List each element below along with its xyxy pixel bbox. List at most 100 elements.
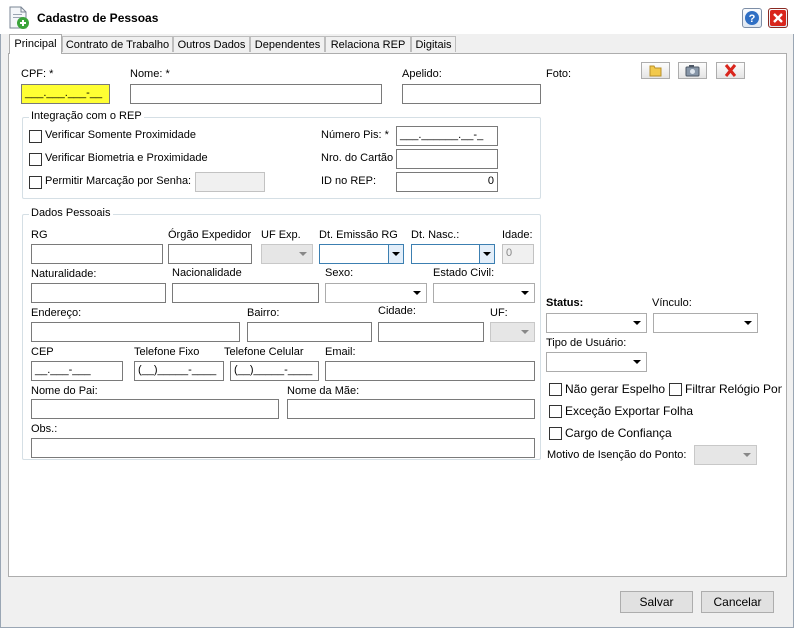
idade-field: 0: [502, 244, 534, 264]
open-photo-button[interactable]: [641, 62, 670, 79]
email-label: Email:: [325, 346, 356, 358]
chevron-down-icon: [633, 360, 641, 364]
check-proximidade[interactable]: [29, 130, 42, 143]
tab-dependentes[interactable]: Dependentes: [250, 36, 325, 52]
chevron-down-icon: [633, 321, 641, 325]
orgao-field[interactable]: [168, 244, 252, 264]
idrep-label: ID no REP:: [321, 175, 377, 187]
naturalidade-field[interactable]: [31, 283, 166, 303]
sexo-select[interactable]: [325, 283, 427, 303]
cartao-field[interactable]: [396, 149, 498, 169]
vinculo-select[interactable]: [653, 313, 758, 333]
calendar-dropdown-button[interactable]: [479, 245, 494, 263]
check-excecao-exportar[interactable]: [549, 405, 562, 418]
help-icon: ?: [745, 11, 759, 25]
delete-icon: [724, 64, 737, 77]
folder-icon: [649, 65, 662, 77]
uf-exp-select[interactable]: [261, 244, 313, 264]
tel-fixo-field[interactable]: (__)_____-____: [134, 361, 224, 381]
window-title: Cadastro de Pessoas: [37, 11, 159, 25]
check-biometria-label: Verificar Biometria e Proximidade: [45, 152, 208, 164]
idade-label: Idade:: [502, 229, 533, 241]
dt-nasc-picker[interactable]: [411, 244, 495, 264]
tab-principal[interactable]: Principal: [9, 34, 62, 54]
chevron-down-icon: [483, 252, 491, 256]
bairro-field[interactable]: [247, 322, 372, 342]
apelido-label: Apelido:: [402, 68, 442, 80]
chevron-down-icon: [413, 291, 421, 295]
vinculo-label: Vínculo:: [652, 297, 692, 309]
mae-label: Nome da Mãe:: [287, 385, 360, 397]
cancel-button[interactable]: Cancelar: [701, 591, 774, 613]
uf-label: UF:: [490, 307, 508, 319]
close-icon: [770, 10, 786, 26]
camera-icon: [685, 65, 700, 77]
nome-field[interactable]: [130, 84, 382, 104]
delete-photo-button[interactable]: [716, 62, 745, 79]
check-biometria[interactable]: [29, 153, 42, 166]
senha-field: [195, 172, 265, 192]
motivo-isencao-select[interactable]: [694, 445, 757, 465]
tipo-usuario-select[interactable]: [546, 352, 647, 372]
cep-field[interactable]: __.___-___: [31, 361, 123, 381]
orgao-label: Órgão Expedidor: [168, 229, 252, 241]
camera-button[interactable]: [678, 62, 707, 79]
uf-select[interactable]: [490, 322, 535, 342]
nao-gerar-espelho-label: Não gerar Espelho: [565, 382, 666, 396]
check-senha[interactable]: [29, 176, 42, 189]
check-cargo-confianca[interactable]: [549, 427, 562, 440]
filtrar-relogio-label: Filtrar Relógio Pont: [685, 382, 782, 396]
tab-relaciona-rep[interactable]: Relaciona REP: [325, 36, 411, 52]
tel-cel-field[interactable]: (__)_____-____: [230, 361, 319, 381]
pis-label: Número Pis: *: [321, 129, 389, 141]
rep-group-title: Integração com o REP: [29, 110, 144, 122]
check-senha-label: Permitir Marcação por Senha:: [45, 175, 192, 187]
nome-label: Nome: *: [130, 68, 170, 80]
svg-text:?: ?: [749, 13, 756, 25]
mae-field[interactable]: [287, 399, 535, 419]
cpf-label: CPF: *: [21, 68, 54, 80]
help-button[interactable]: ?: [742, 8, 762, 28]
calendar-dropdown-button[interactable]: [388, 245, 403, 263]
chevron-down-icon: [521, 291, 529, 295]
tel-cel-label: Telefone Celular: [224, 346, 304, 358]
close-button[interactable]: [768, 8, 788, 28]
check-nao-gerar-espelho[interactable]: [549, 383, 562, 396]
cpf-field[interactable]: ___.___.___-__: [21, 84, 110, 104]
tab-digitais[interactable]: Digitais: [411, 36, 456, 52]
dt-emissao-label: Dt. Emissão RG: [319, 229, 398, 241]
dt-emissao-picker[interactable]: [319, 244, 404, 264]
pis-field[interactable]: ___.______.__-_: [396, 126, 498, 146]
bairro-label: Bairro:: [247, 307, 280, 319]
chevron-down-icon: [299, 252, 307, 256]
nacionalidade-field[interactable]: [172, 283, 319, 303]
obs-field[interactable]: [31, 438, 535, 458]
endereco-field[interactable]: [31, 322, 240, 342]
check-filtrar-relogio[interactable]: [669, 383, 682, 396]
rg-field[interactable]: [31, 244, 163, 264]
title-bar: Cadastro de Pessoas ?: [0, 0, 794, 34]
sexo-label: Sexo:: [325, 267, 354, 279]
status-select[interactable]: [546, 313, 647, 333]
chevron-down-icon: [743, 453, 751, 457]
tel-fixo-label: Telefone Fixo: [134, 346, 200, 358]
motivo-isencao-label: Motivo de Isenção do Ponto:: [547, 449, 687, 461]
chevron-down-icon: [392, 252, 400, 256]
cidade-field[interactable]: [378, 322, 484, 342]
estado-civil-select[interactable]: [433, 283, 535, 303]
chevron-down-icon: [744, 321, 752, 325]
dados-pessoais-title: Dados Pessoais: [29, 207, 113, 219]
person-doc-icon: [9, 6, 29, 29]
idrep-field[interactable]: 0: [396, 172, 498, 192]
cep-label: CEP: [31, 346, 54, 358]
tab-outros-dados[interactable]: Outros Dados: [173, 36, 250, 52]
email-field[interactable]: [325, 361, 535, 381]
save-button[interactable]: Salvar: [620, 591, 693, 613]
tipo-usuario-label: Tipo de Usuário:: [546, 337, 627, 349]
tab-contrato-trabalho[interactable]: Contrato de Trabalho: [62, 36, 173, 52]
pai-field[interactable]: [31, 399, 279, 419]
dt-nasc-label: Dt. Nasc.:: [411, 229, 460, 241]
status-label: Status:: [546, 297, 584, 309]
rg-label: RG: [31, 229, 48, 241]
apelido-field[interactable]: [402, 84, 541, 104]
